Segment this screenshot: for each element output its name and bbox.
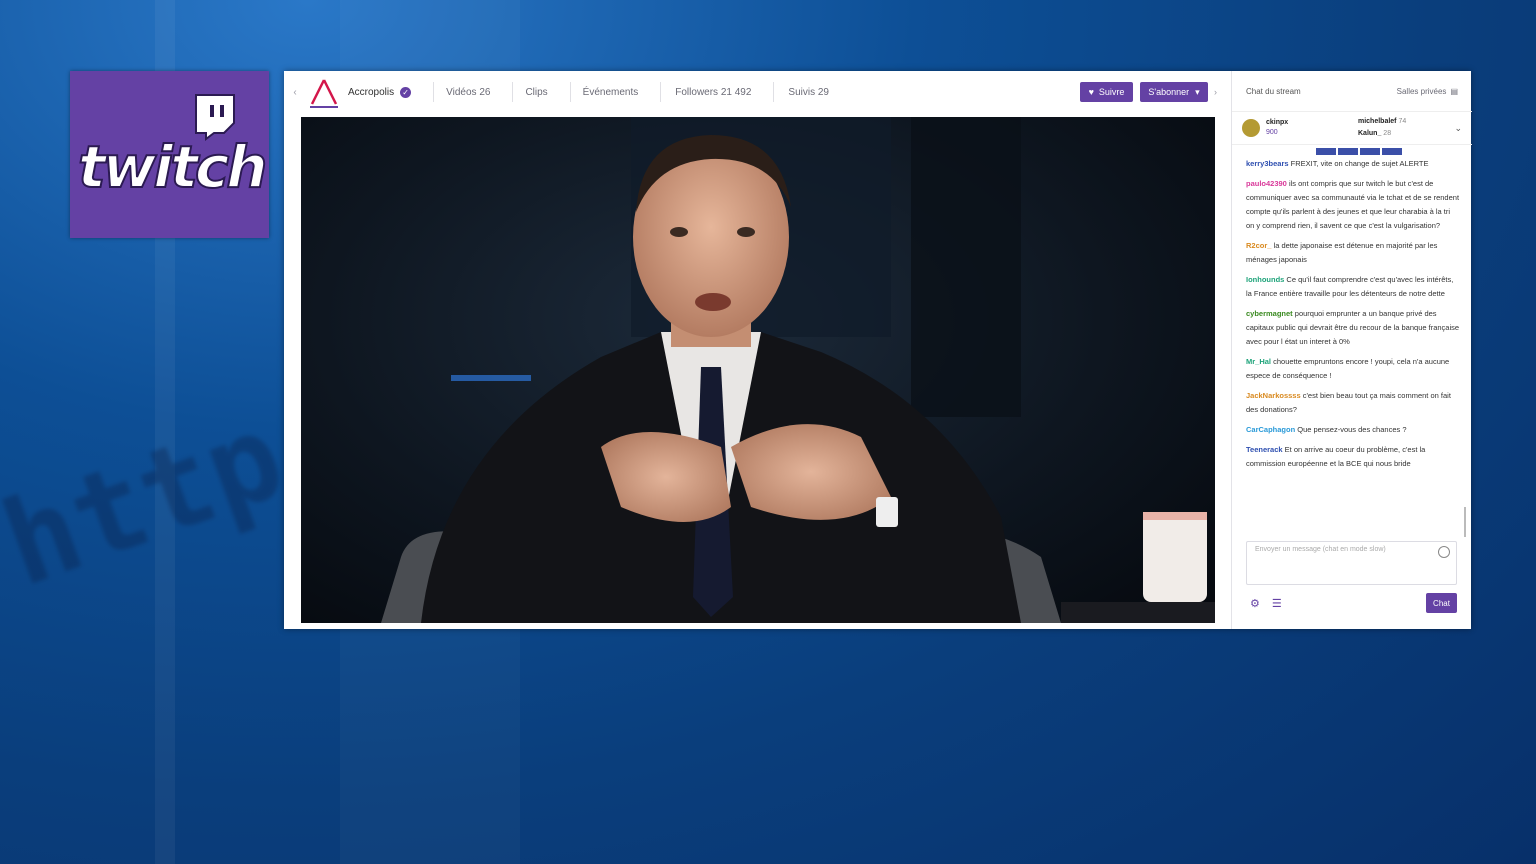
- top-chatter-name[interactable]: michelbalef: [1358, 118, 1397, 125]
- channel-window: ‹ Accropolis ✓ Vidéos 26 Clips Événement…: [284, 71, 1472, 629]
- chat-text: FREXIT, vite on change de sujet ALERTE: [1288, 159, 1429, 168]
- subscribe-label: S'abonner: [1148, 87, 1190, 97]
- chat-message: Teenerack Et on arrive au coeur du probl…: [1246, 443, 1460, 471]
- chat-input-placeholder: Envoyer un message (chat en mode slow): [1255, 546, 1386, 553]
- rooms-icon: ▤: [1450, 86, 1458, 96]
- private-rooms-button[interactable]: Salles privées ▤: [1397, 87, 1458, 96]
- rooms-label: Salles privées: [1396, 86, 1447, 96]
- chat-input[interactable]: Envoyer un message (chat en mode slow): [1246, 541, 1457, 585]
- divider: [433, 82, 435, 102]
- top-chatter: Kalun_ 28: [1358, 128, 1406, 140]
- top-chatter: michelbalef 74: [1358, 116, 1406, 128]
- viewer-list-icon[interactable]: ☰: [1272, 597, 1282, 610]
- badge-icon: [1316, 147, 1336, 155]
- chat-message: Mr_Hal chouette empruntons encore ! youp…: [1246, 355, 1460, 383]
- chat-message: R2cor_ la dette japonaise est détenue en…: [1246, 239, 1460, 267]
- chat-message: JackNarkossss c'est bien beau tout ça ma…: [1246, 389, 1460, 417]
- divider: [512, 82, 514, 102]
- avatar[interactable]: [1242, 119, 1260, 137]
- top-chatters-list: michelbalef 74 Kalun_ 28: [1358, 116, 1406, 140]
- tab-events[interactable]: Événements: [583, 87, 639, 98]
- verified-check-icon: ✓: [400, 86, 412, 98]
- chat-username[interactable]: CarCaphagon: [1246, 425, 1295, 434]
- chat-message: Ionhounds Ce qu'il faut comprendre c'est…: [1246, 273, 1460, 301]
- chat-message: cybermagnet pourquoi emprunter a un banq…: [1246, 307, 1460, 349]
- chat-text: chouette empruntons encore ! youpi, cela…: [1246, 357, 1450, 380]
- gear-icon[interactable]: ⚙: [1250, 597, 1260, 610]
- channel-name[interactable]: Accropolis: [348, 87, 394, 98]
- badge-row: [1232, 145, 1472, 157]
- chat-username[interactable]: paulo42390: [1246, 179, 1287, 188]
- divider: [569, 82, 571, 102]
- video-player[interactable]: [301, 117, 1215, 623]
- chat-username[interactable]: Teenerack: [1246, 445, 1283, 454]
- video-frame: [381, 117, 1215, 623]
- badge-icon: [1360, 147, 1380, 155]
- chevron-right-icon[interactable]: ›: [1214, 87, 1217, 97]
- chat-scrollbar[interactable]: [1464, 507, 1466, 537]
- chat-username[interactable]: JackNarkossss: [1246, 391, 1301, 400]
- chat-text: la dette japonaise est détenue en majori…: [1246, 241, 1438, 264]
- emote-picker-icon[interactable]: [1438, 546, 1450, 558]
- accropolis-triangle-icon: [310, 79, 338, 108]
- heart-icon: ♥: [1088, 87, 1094, 97]
- chat-header: Chat du stream Salles privées ▤: [1232, 71, 1472, 112]
- divider: [660, 82, 662, 102]
- channel-logo[interactable]: [308, 76, 340, 108]
- top-chatter-amount: 74: [1398, 118, 1407, 125]
- chat-username[interactable]: Mr_Hal: [1246, 357, 1271, 366]
- tab-followers[interactable]: Followers 21 492: [675, 87, 751, 98]
- chat-username[interactable]: kerry3bears: [1246, 159, 1289, 168]
- chat-panel: Chat du stream Salles privées ▤ ckinpx 9…: [1231, 71, 1472, 629]
- chat-username[interactable]: R2cor_: [1246, 241, 1271, 250]
- chat-tools: ⚙ ☰: [1250, 597, 1282, 610]
- top-chatter: ckinpx 900: [1266, 118, 1288, 138]
- chevron-left-icon[interactable]: ‹: [284, 87, 306, 98]
- chat-message: CarCaphagon Que pensez-vous des chances …: [1246, 423, 1460, 437]
- chat-message: kerry3bears FREXIT, vite on change de su…: [1246, 157, 1460, 171]
- chat-messages: kerry3bears FREXIT, vite on change de su…: [1232, 157, 1472, 471]
- top-chatter-name[interactable]: ckinpx: [1266, 118, 1288, 128]
- twitch-logo: twitch: [70, 71, 269, 238]
- chat-username[interactable]: Ionhounds: [1246, 275, 1284, 284]
- follow-label: Suivre: [1098, 87, 1125, 97]
- badge-icon: [1338, 147, 1358, 155]
- tab-videos[interactable]: Vidéos 26: [446, 87, 490, 98]
- chat-title: Chat du stream: [1246, 86, 1301, 96]
- follow-button[interactable]: ♥ Suivre: [1080, 82, 1133, 102]
- badge-icon: [1382, 147, 1402, 155]
- chat-text: Que pensez-vous des chances ?: [1295, 425, 1407, 434]
- caret-down-icon: ▾: [1195, 86, 1200, 97]
- tab-following[interactable]: Suivis 29: [788, 87, 829, 98]
- top-chatter-amount: 28: [1383, 130, 1392, 137]
- chat-send-button[interactable]: Chat: [1426, 593, 1457, 613]
- top-chatter-amount: 900: [1266, 129, 1278, 136]
- chat-message: paulo42390 ils ont compris que sur twitc…: [1246, 177, 1460, 233]
- chat-username[interactable]: cybermagnet: [1246, 309, 1293, 318]
- top-chatter-name[interactable]: Kalun_: [1358, 130, 1381, 137]
- divider: [773, 82, 775, 102]
- chevron-down-icon[interactable]: ⌄: [1454, 123, 1462, 134]
- subscribe-button[interactable]: S'abonner ▾: [1140, 82, 1208, 102]
- twitch-wordmark: twitch: [77, 132, 269, 202]
- top-chatters: ckinpx 900 michelbalef 74 Kalun_ 28 ⌄: [1232, 112, 1472, 145]
- tab-clips[interactable]: Clips: [525, 87, 547, 98]
